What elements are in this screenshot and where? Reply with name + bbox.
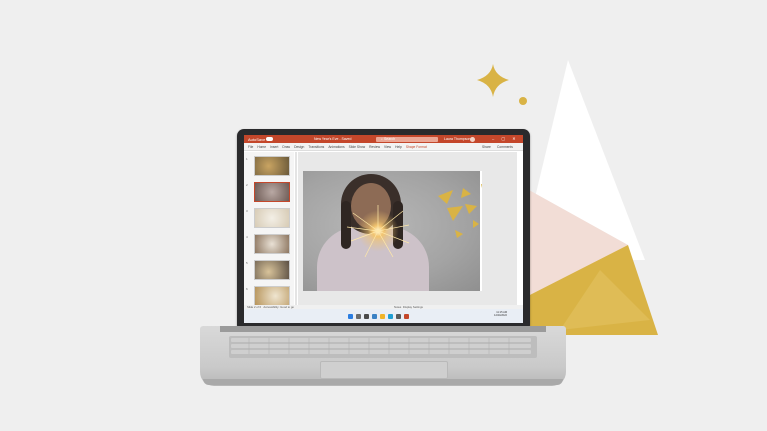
store-icon[interactable] — [396, 314, 401, 319]
slide-number: 6 — [246, 287, 248, 291]
task-view-icon[interactable] — [364, 314, 369, 319]
tab-draw[interactable]: Draw — [282, 144, 290, 150]
tab-animations[interactable]: Animations — [328, 144, 344, 150]
widgets-icon[interactable] — [372, 314, 377, 319]
slide-thumbnail[interactable] — [254, 286, 290, 306]
slide-number: 5 — [246, 261, 248, 265]
scrollbar[interactable] — [295, 152, 297, 305]
comments-button[interactable]: Comments — [497, 145, 513, 150]
gold-confetti — [438, 184, 482, 238]
taskbar-clock: 11:15 AM 12/24/2022 — [494, 311, 507, 317]
tab-home[interactable]: Home — [257, 144, 266, 150]
start-icon[interactable] — [348, 314, 353, 319]
slide-number: 2 — [246, 183, 248, 187]
tab-review[interactable]: Review — [369, 144, 380, 150]
avatar[interactable] — [470, 136, 475, 142]
slide-thumbnail-pane: 1 2 3 4 5 6 — [244, 152, 294, 306]
gold-dot — [519, 97, 527, 105]
slide-thumbnail[interactable] — [254, 234, 290, 254]
ribbon-tabs: File Home Insert Draw Design Transitions Anima… — [248, 144, 427, 150]
current-slide[interactable] — [303, 171, 482, 291]
search-icon: ⌕ — [381, 136, 383, 141]
tab-slide-show[interactable]: Slide Show — [349, 144, 366, 150]
tab-view[interactable]: View — [384, 144, 391, 150]
slide-thumbnail[interactable] — [254, 156, 290, 176]
tab-design[interactable]: Design — [294, 144, 304, 150]
laptop-hinge — [220, 326, 546, 332]
sparkler-sparks — [346, 205, 410, 258]
search-taskbar-icon[interactable] — [356, 314, 361, 319]
clock-date: 12/24/2022 — [494, 314, 507, 317]
slide-number: 1 — [246, 157, 248, 161]
laptop-base-edge — [203, 379, 563, 385]
tab-insert[interactable]: Insert — [270, 144, 278, 150]
autosave-toggle[interactable] — [266, 137, 273, 141]
slide-thumbnail[interactable] — [254, 260, 290, 280]
search-placeholder: Search — [383, 136, 396, 141]
edge-icon[interactable] — [388, 314, 393, 319]
slide-thumbnail[interactable] — [254, 182, 290, 202]
search-input[interactable]: ⌕ Search — [376, 136, 438, 142]
slide-number: 3 — [246, 209, 248, 213]
slide-thumbnail[interactable] — [254, 208, 290, 228]
tab-transitions[interactable]: Transitions — [308, 144, 324, 150]
keyboard — [229, 336, 537, 358]
powerpoint-icon[interactable] — [404, 314, 409, 319]
document-title: New Year's Eve - Saved — [314, 136, 352, 141]
touchpad — [320, 361, 448, 379]
user-name: Laura Thompson — [444, 136, 471, 141]
laptop-screen: AutoSave New Year's Eve - Saved ⌕ Search… — [244, 135, 523, 323]
file-explorer-icon[interactable] — [380, 314, 385, 319]
tab-help[interactable]: Help — [395, 144, 402, 150]
autosave-label: AutoSave — [248, 136, 266, 142]
window-controls[interactable]: – ▢ ✕ — [492, 136, 519, 142]
slide-number: 4 — [246, 235, 248, 239]
share-button[interactable]: Share — [482, 145, 491, 150]
tab-shape-format[interactable]: Shape Format — [406, 144, 427, 150]
star-icon — [477, 64, 509, 97]
keyboard-keys — [231, 338, 531, 354]
tab-file[interactable]: File — [248, 144, 253, 150]
